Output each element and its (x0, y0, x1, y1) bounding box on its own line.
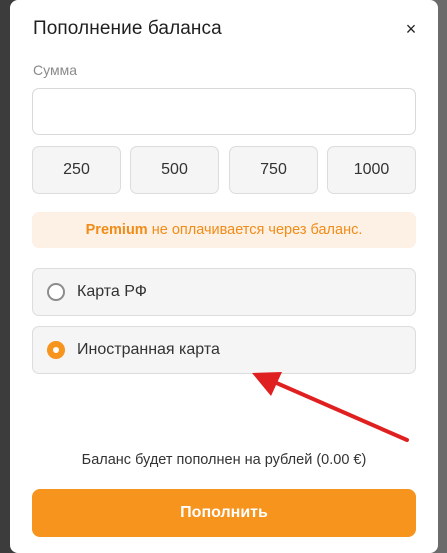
amount-label: Сумма (33, 62, 77, 78)
premium-notice: Premium не оплачивается через баланс. (32, 212, 416, 248)
topup-submit-button[interactable]: Пополнить (32, 489, 416, 537)
close-icon[interactable]: × (400, 18, 422, 40)
amount-input[interactable] (32, 88, 416, 135)
preset-1000-button[interactable]: 1000 (327, 146, 416, 194)
radio-unchecked-icon[interactable] (47, 283, 65, 301)
modal-title: Пополнение баланса (33, 18, 222, 39)
payment-option-label: Карта РФ (77, 283, 147, 300)
payment-option-label: Иностранная карта (77, 341, 220, 358)
preset-250-button[interactable]: 250 (32, 146, 121, 194)
preset-500-button[interactable]: 500 (130, 146, 219, 194)
notice-premium-label: Premium (85, 222, 148, 238)
balance-note: Баланс будет пополнен на рублей (0.00 €) (81, 452, 367, 468)
preset-750-button[interactable]: 750 (229, 146, 318, 194)
radio-checked-icon[interactable] (47, 341, 65, 359)
payment-option-ru-card[interactable]: Карта РФ (32, 268, 416, 316)
payment-option-foreign-card[interactable]: Иностранная карта (32, 326, 416, 374)
topup-modal: Пополнение баланса × Сумма 250 500 750 1… (10, 0, 438, 553)
notice-text: не оплачивается через баланс. (147, 222, 363, 238)
